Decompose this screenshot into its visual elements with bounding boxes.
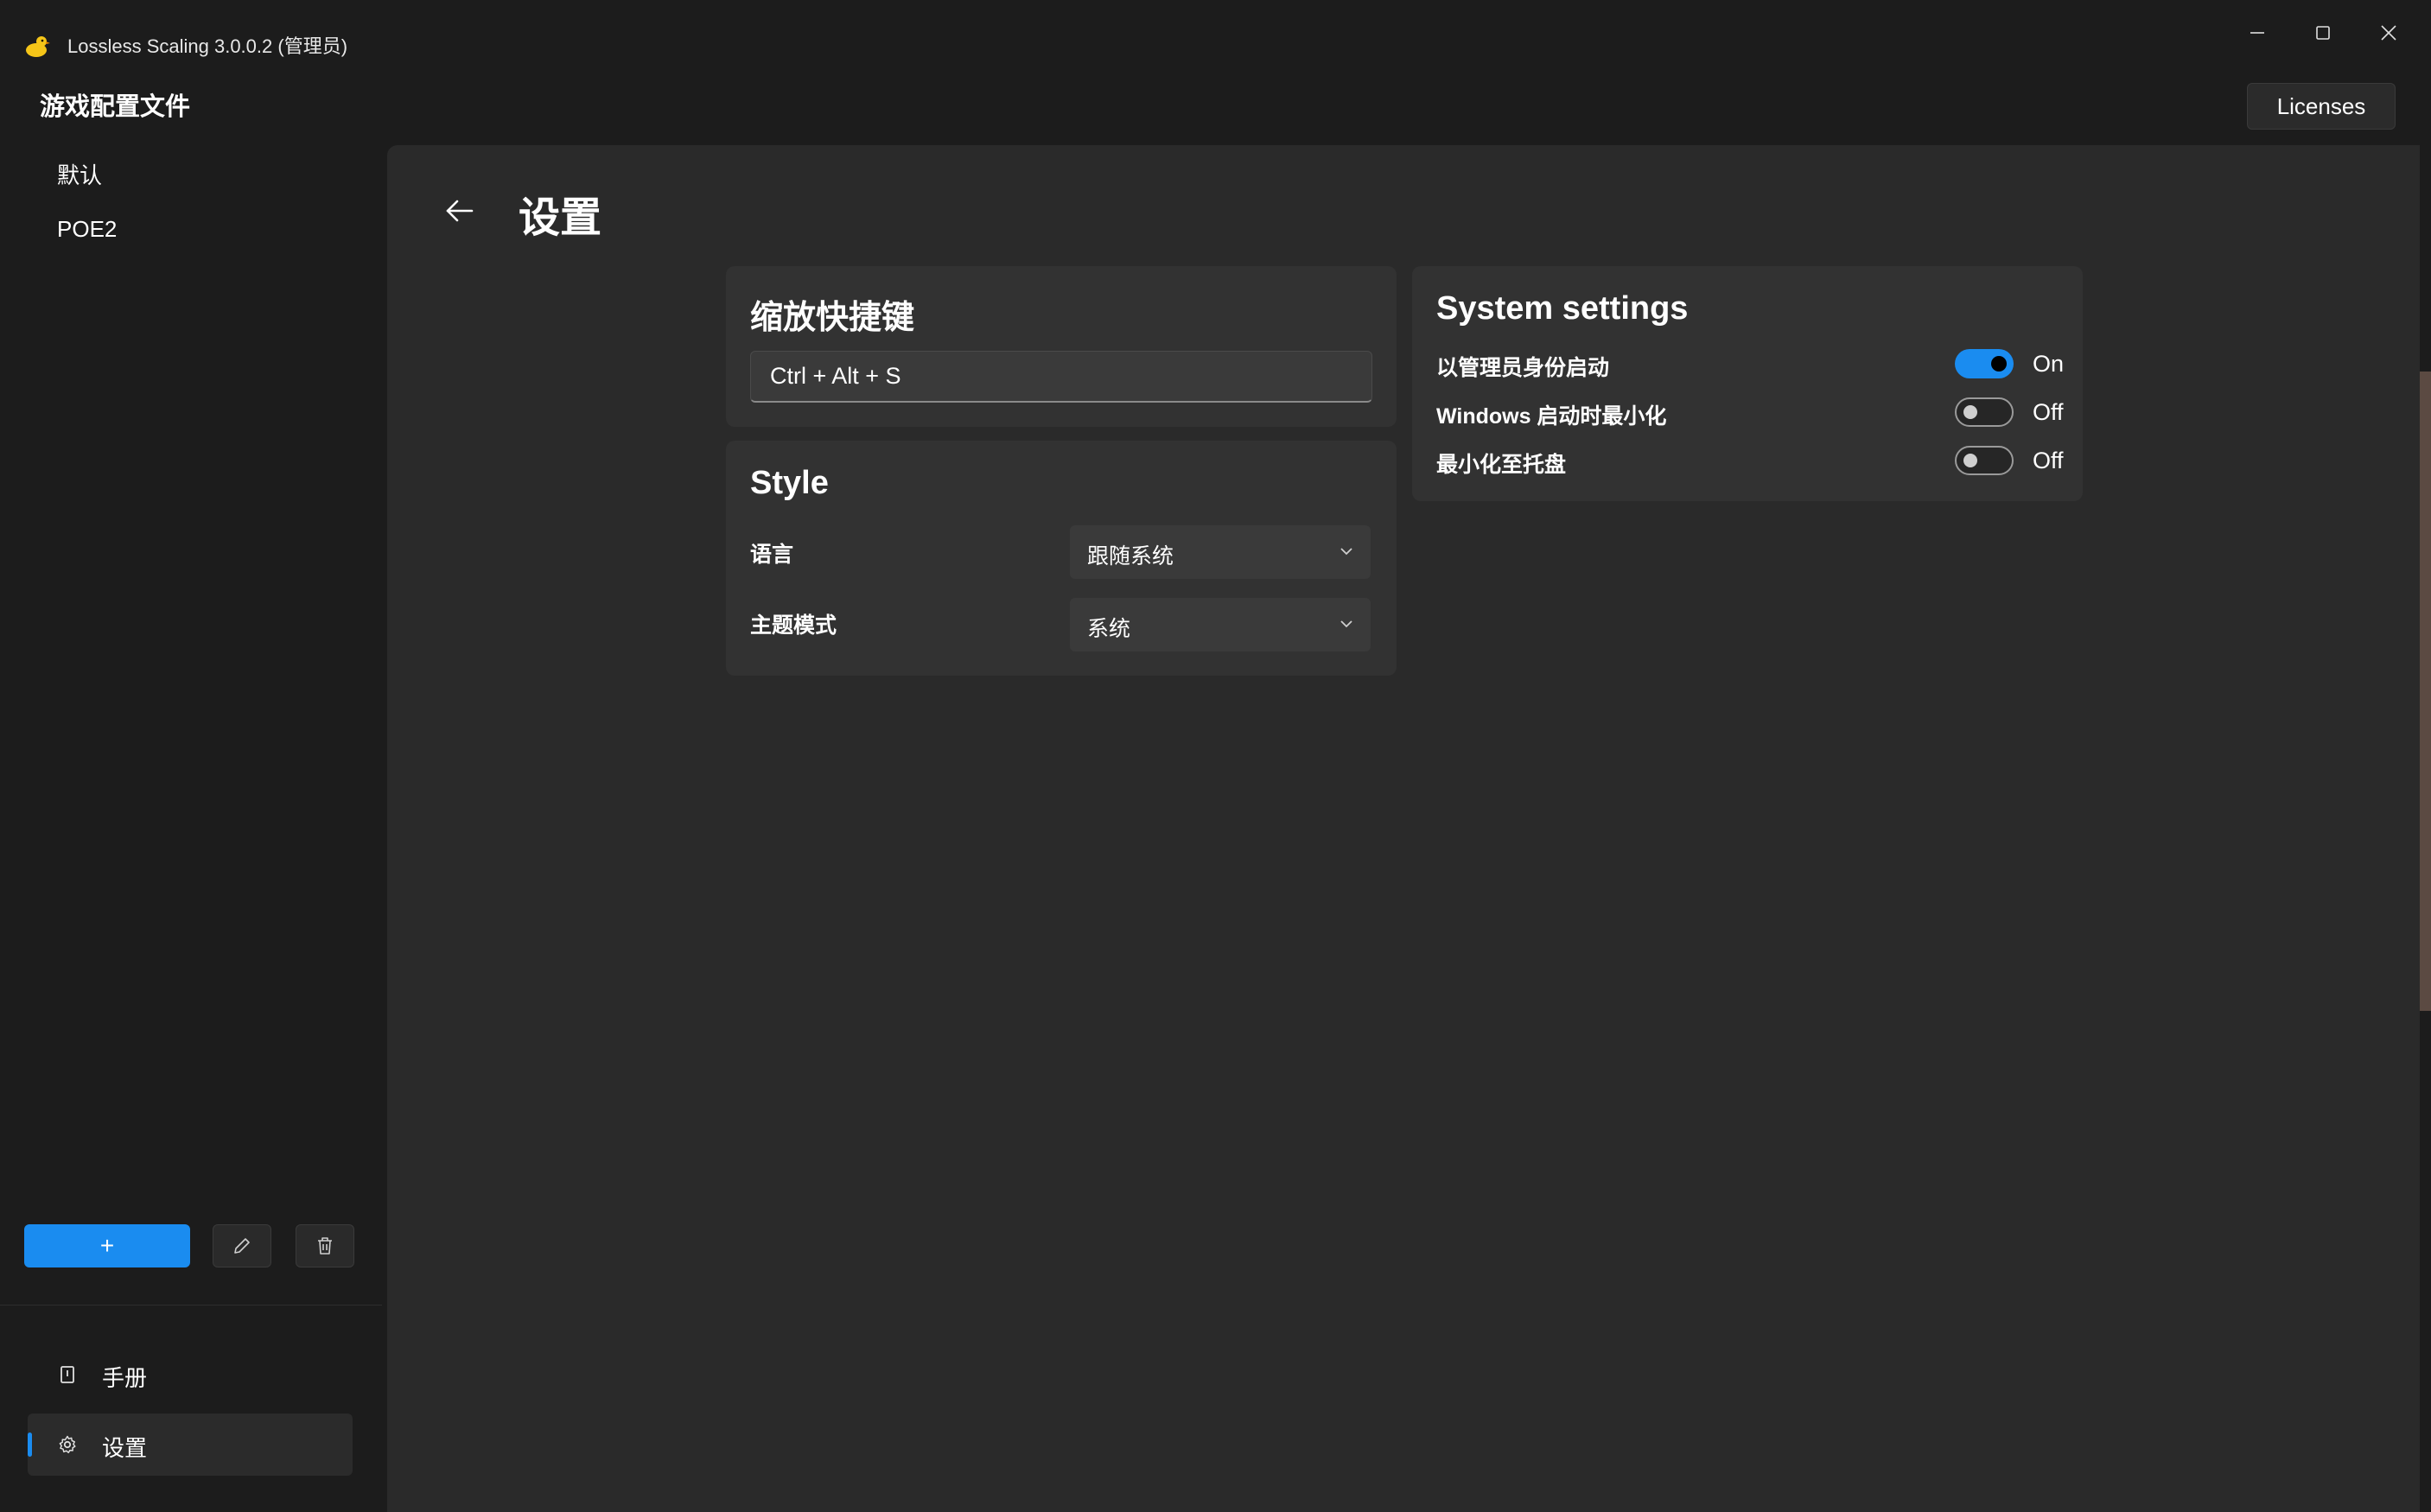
nav-item-settings[interactable]: 设置 <box>28 1414 353 1476</box>
close-button[interactable] <box>2359 16 2418 50</box>
window-title: Lossless Scaling 3.0.0.2 (管理员) <box>67 35 348 57</box>
language-label: 语言 <box>750 543 794 567</box>
edit-profile-button[interactable] <box>213 1224 271 1267</box>
toggle-knob <box>1963 454 1977 467</box>
active-indicator <box>28 1433 32 1457</box>
theme-select-value: 系统 <box>1087 617 1131 641</box>
page-title: 设置 <box>519 195 602 241</box>
hotkey-input[interactable] <box>750 351 1372 403</box>
style-card-title: Style <box>750 465 829 501</box>
book-icon <box>60 1366 74 1383</box>
profile-item-default[interactable]: 默认 <box>57 158 102 190</box>
maximize-button[interactable] <box>2294 16 2352 50</box>
delete-profile-button[interactable] <box>296 1224 354 1267</box>
language-select[interactable]: 跟随系统 <box>1070 525 1371 579</box>
main-content <box>387 145 2420 1512</box>
app-window: Lossless Scaling 3.0.0.2 (管理员) 游戏配置文件 Li… <box>0 0 2431 1512</box>
start-minimized-toggle[interactable] <box>1955 397 2014 427</box>
system-settings-card: System settings 以管理员身份启动 On Windows 启动时最… <box>1412 266 2083 501</box>
chevron-down-icon <box>1340 548 1352 556</box>
theme-select[interactable]: 系统 <box>1070 598 1371 651</box>
minimize-to-tray-toggle[interactable] <box>1955 446 2014 475</box>
chevron-down-icon <box>1340 620 1352 628</box>
run-as-admin-state: On <box>2033 351 2065 377</box>
nav-label-settings: 设置 <box>102 1435 148 1461</box>
toggle-knob <box>1991 356 2007 372</box>
system-settings-title: System settings <box>1436 290 1689 327</box>
gear-icon <box>59 1435 76 1453</box>
run-as-admin-toggle[interactable] <box>1955 349 2014 378</box>
add-label: + <box>99 1232 115 1259</box>
duck-icon <box>26 36 50 57</box>
profile-item-poe2[interactable]: POE2 <box>57 216 117 243</box>
minimize-to-tray-label: 最小化至托盘 <box>1436 453 1567 477</box>
nav-item-manual[interactable]: 手册 <box>28 1344 353 1406</box>
licenses-button[interactable]: Licenses <box>2247 83 2396 130</box>
theme-label: 主题模式 <box>750 613 837 638</box>
close-icon <box>2381 25 2396 41</box>
trash-icon <box>318 1237 332 1255</box>
add-profile-button[interactable]: + <box>24 1224 190 1267</box>
toggle-knob <box>1963 405 1977 419</box>
start-minimized-label: Windows 启动时最小化 <box>1436 404 1667 429</box>
minimize-to-tray-state: Off <box>2033 448 2064 473</box>
sidebar-title: 游戏配置文件 <box>40 93 191 121</box>
hotkey-card-title: 缩放快捷键 <box>750 300 915 336</box>
start-minimized-state: Off <box>2033 399 2064 425</box>
hotkey-card: 缩放快捷键 <box>726 266 1397 427</box>
background-window-edge <box>2420 372 2431 1011</box>
pencil-icon <box>234 1238 250 1254</box>
minimize-icon <box>2250 32 2264 34</box>
sidebar-divider <box>0 1305 382 1306</box>
title-bar[interactable]: Lossless Scaling 3.0.0.2 (管理员) <box>0 0 2431 86</box>
minimize-button[interactable] <box>2228 16 2287 50</box>
run-as-admin-label: 以管理员身份启动 <box>1436 356 1610 380</box>
back-arrow-icon[interactable] <box>442 194 477 228</box>
style-card: Style 语言 跟随系统 主题模式 系统 <box>726 441 1397 676</box>
maximize-icon <box>2316 26 2330 40</box>
nav-label-manual: 手册 <box>102 1365 148 1391</box>
language-select-value: 跟随系统 <box>1087 544 1174 569</box>
